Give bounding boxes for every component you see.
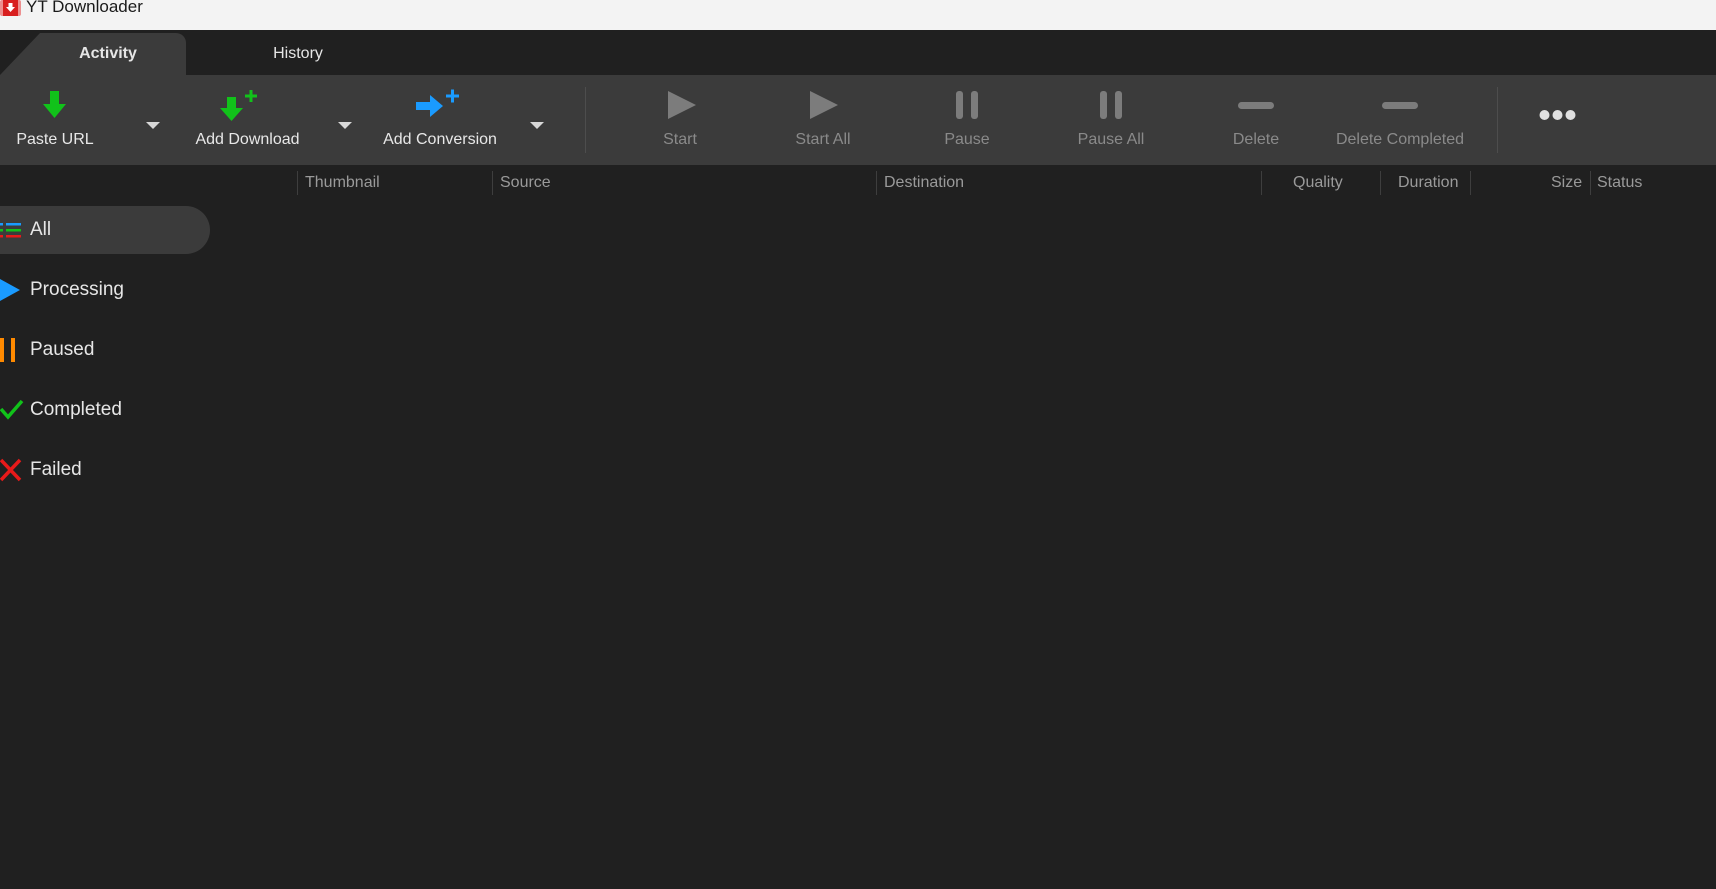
column-size[interactable]: Size	[1551, 165, 1582, 201]
download-plus-icon	[220, 90, 257, 121]
minus-icon	[1382, 102, 1418, 109]
toolbar-separator	[1497, 87, 1498, 153]
column-separator	[1470, 171, 1471, 195]
delete-button[interactable]: Delete	[1206, 75, 1306, 165]
column-duration[interactable]: Duration	[1398, 165, 1458, 201]
delete-completed-button[interactable]: Delete Completed	[1325, 75, 1475, 165]
sidebar-item-completed[interactable]: Completed	[0, 386, 210, 434]
convert-arrow-plus-icon	[416, 89, 459, 117]
pause-all-label: Pause All	[1077, 131, 1145, 148]
sidebar-item-processing[interactable]: Processing	[0, 266, 210, 314]
table-header: Thumbnail Source Destination Quality Dur…	[0, 165, 1716, 201]
title-bar: YT Downloader	[0, 0, 1716, 30]
add-conversion-label: Add Conversion	[383, 131, 497, 148]
sidebar-item-label: Completed	[30, 399, 122, 420]
download-arrow-icon	[43, 91, 66, 118]
more-options-icon[interactable]	[1520, 95, 1595, 135]
play-icon	[668, 91, 696, 119]
sidebar-item-all[interactable]: All	[0, 206, 210, 254]
column-separator	[492, 171, 493, 195]
paste-url-dropdown-icon[interactable]	[141, 115, 165, 135]
column-separator	[876, 171, 877, 195]
column-destination[interactable]: Destination	[884, 165, 964, 201]
toolbar: Paste URL Add Download Add Conversion St…	[0, 75, 1716, 165]
check-icon	[0, 399, 24, 420]
sidebar-item-paused[interactable]: Paused	[0, 326, 210, 374]
sidebar-item-label: All	[30, 219, 52, 240]
column-quality[interactable]: Quality	[1293, 165, 1343, 201]
sidebar-item-label: Processing	[30, 279, 124, 300]
add-conversion-button[interactable]: Add Conversion	[375, 75, 505, 165]
pause-icon	[956, 91, 978, 119]
list-icon	[0, 223, 21, 238]
play-icon	[810, 91, 838, 119]
column-source[interactable]: Source	[500, 165, 551, 201]
add-download-button[interactable]: Add Download	[185, 75, 310, 165]
start-label: Start	[663, 131, 697, 148]
tab-strip: Activity History	[0, 30, 1716, 75]
delete-completed-label: Delete Completed	[1335, 131, 1465, 148]
paste-url-button[interactable]: Paste URL	[0, 75, 110, 165]
pause-icon	[1100, 91, 1122, 119]
column-thumbnail[interactable]: Thumbnail	[305, 165, 380, 201]
add-download-label: Add Download	[195, 131, 300, 148]
pause-icon	[0, 338, 15, 362]
play-icon	[0, 279, 20, 301]
tab-history[interactable]: History	[210, 33, 386, 75]
column-status[interactable]: Status	[1597, 165, 1642, 201]
column-separator	[297, 171, 298, 195]
paste-url-label: Paste URL	[16, 131, 94, 148]
add-conversion-dropdown-icon[interactable]	[525, 115, 549, 135]
delete-label: Delete	[1232, 131, 1280, 148]
start-all-label: Start All	[795, 131, 851, 148]
column-separator	[1380, 171, 1381, 195]
sidebar-item-failed[interactable]: Failed	[0, 446, 210, 494]
toolbar-separator	[585, 87, 586, 153]
sidebar-item-label: Failed	[30, 459, 82, 480]
start-all-button[interactable]: Start All	[773, 75, 873, 165]
column-separator	[1261, 171, 1262, 195]
add-download-dropdown-icon[interactable]	[333, 115, 357, 135]
pause-label: Pause	[944, 131, 990, 148]
x-icon	[0, 458, 22, 482]
minus-icon	[1238, 102, 1274, 109]
tab-activity[interactable]: Activity	[0, 33, 186, 75]
app-logo-icon	[0, 0, 21, 16]
sidebar-item-label: Paused	[30, 339, 95, 360]
window-title: YT Downloader	[26, 0, 143, 16]
pause-button[interactable]: Pause	[917, 75, 1017, 165]
column-separator	[1590, 171, 1591, 195]
pause-all-button[interactable]: Pause All	[1061, 75, 1161, 165]
start-button[interactable]: Start	[630, 75, 730, 165]
